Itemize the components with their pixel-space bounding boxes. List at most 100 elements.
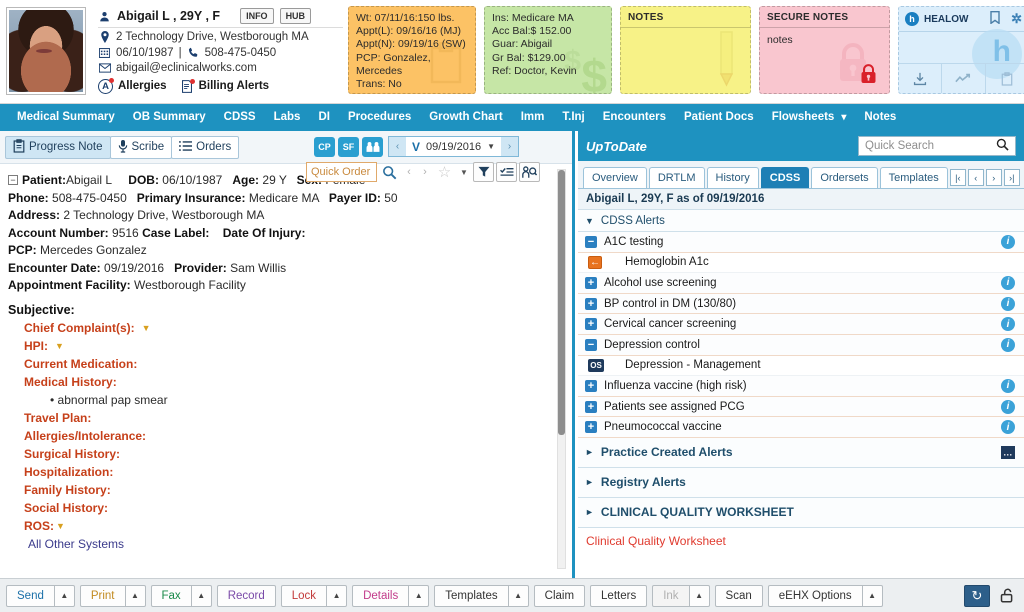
nav-procedures[interactable]: Procedures xyxy=(339,104,420,131)
dropdown-caret-icon[interactable]: ▼ xyxy=(457,162,471,182)
subjective-chief-complaints[interactable]: Chief Complaint(s): ▼ xyxy=(8,319,562,337)
tab-templates[interactable]: Templates xyxy=(879,167,948,188)
claim-button[interactable]: Claim xyxy=(533,584,586,607)
arrow-left-icon[interactable]: ← xyxy=(588,255,602,269)
clinical-quality-worksheet-header[interactable]: ► CLINICAL QUALITY WORKSHEET xyxy=(578,497,1024,528)
chevron-down-icon[interactable]: ▼ xyxy=(142,319,151,337)
nav-labs[interactable]: Labs xyxy=(265,104,310,131)
patient-lookup-icon[interactable] xyxy=(519,162,540,182)
scan-button[interactable]: Scan xyxy=(714,584,763,607)
nav-growth-chart[interactable]: Growth Chart xyxy=(420,104,511,131)
info-icon[interactable]: i xyxy=(1001,420,1015,435)
search-icon[interactable] xyxy=(996,138,1009,154)
info-icon[interactable]: i xyxy=(1001,337,1015,352)
insurance-balance-card[interactable]: Ins: Medicare MA Acc Bal:$ 152.00 Guar: … xyxy=(484,6,612,94)
alert-row[interactable]: + Alcohol use screening i xyxy=(578,273,1024,294)
chevron-down-icon[interactable]: ▼ xyxy=(487,142,495,151)
tab-scribe[interactable]: Scribe xyxy=(109,135,173,159)
info-icon[interactable]: i xyxy=(1001,378,1015,393)
nav-imm[interactable]: Imm xyxy=(512,104,554,131)
vitals-appointment-card[interactable]: Wt: 07/11/16:150 lbs. Appt(L): 09/16/16 … xyxy=(348,6,476,94)
collapse-icon[interactable]: − xyxy=(8,175,18,185)
chevron-down-icon[interactable]: ▼ xyxy=(56,517,65,535)
info-icon[interactable]: i xyxy=(1001,296,1015,311)
info-icon[interactable]: i xyxy=(1001,275,1015,290)
clinical-quality-worksheet-link[interactable]: Clinical Quality Worksheet xyxy=(578,528,1024,548)
family-group-icon[interactable] xyxy=(362,136,383,157)
unlock-icon[interactable] xyxy=(996,585,1018,607)
send-dropdown-button[interactable]: ▲ xyxy=(54,584,75,607)
prev-order-button[interactable]: ‹ xyxy=(402,162,416,182)
print-button[interactable]: Print xyxy=(79,584,126,607)
expand-icon[interactable]: + xyxy=(585,400,597,413)
practice-created-alerts-header[interactable]: ► Practice Created Alerts ··· xyxy=(578,437,1024,468)
tab-progress-note[interactable]: Progress Note xyxy=(5,135,111,159)
trend-chart-icon[interactable] xyxy=(942,64,986,93)
ink-dropdown-button[interactable]: ▲ xyxy=(689,584,710,607)
prev-page-button[interactable]: ‹ xyxy=(967,169,984,186)
alert-row[interactable]: + BP control in DM (130/80) i xyxy=(578,293,1024,315)
nav-flowsheets[interactable]: Flowsheets xyxy=(763,104,856,131)
letters-button[interactable]: Letters xyxy=(590,584,648,607)
alert-row[interactable]: + Influenza vaccine (high risk) i xyxy=(578,376,1024,397)
collapse-icon[interactable]: − xyxy=(585,235,597,248)
bookmark-icon[interactable] xyxy=(990,11,1000,27)
tab-overview[interactable]: Overview xyxy=(583,167,647,188)
nav-patient-docs[interactable]: Patient Docs xyxy=(675,104,763,131)
collapse-icon[interactable]: − xyxy=(585,338,597,351)
fax-button[interactable]: Fax xyxy=(150,584,192,607)
quick-order-input[interactable]: Quick Order xyxy=(306,162,377,182)
subjective-hospitalization[interactable]: Hospitalization: xyxy=(8,463,562,481)
healow-card[interactable]: h HEALOW ✲ h xyxy=(898,6,1024,94)
details-dropdown-button[interactable]: ▲ xyxy=(409,584,430,607)
alert-row[interactable]: − Depression control i xyxy=(578,334,1024,356)
subjective-travel-plan[interactable]: Travel Plan: xyxy=(8,409,562,427)
quick-search-input[interactable]: Quick Search xyxy=(858,136,1016,156)
details-button[interactable]: Details xyxy=(352,584,410,607)
eehx-options-button[interactable]: eEHX Options xyxy=(767,584,863,607)
download-icon[interactable] xyxy=(899,64,943,93)
chevron-down-icon[interactable]: ▼ xyxy=(55,337,64,355)
subjective-hpi[interactable]: HPI: ▼ xyxy=(8,337,562,355)
patient-email[interactable]: abigail@eclinicalworks.com xyxy=(116,62,257,74)
clipboard-icon[interactable] xyxy=(986,64,1024,93)
registry-alerts-header[interactable]: ► Registry Alerts xyxy=(578,467,1024,498)
expand-icon[interactable]: + xyxy=(585,318,597,331)
send-button[interactable]: Send xyxy=(6,584,55,607)
lock-button[interactable]: Lock xyxy=(280,584,328,607)
info-icon[interactable]: i xyxy=(1001,399,1015,414)
tab-drtlm[interactable]: DRTLM xyxy=(648,167,705,188)
expand-icon[interactable]: + xyxy=(585,297,597,310)
fax-dropdown-button[interactable]: ▲ xyxy=(191,584,212,607)
expand-icon[interactable]: + xyxy=(585,421,597,434)
templates-button[interactable]: Templates xyxy=(434,584,509,607)
nav-di[interactable]: DI xyxy=(309,104,339,131)
hub-button[interactable]: HUB xyxy=(279,8,312,24)
expand-icon[interactable]: + xyxy=(585,379,597,392)
next-page-button[interactable]: › xyxy=(985,169,1002,186)
secure-notes-card[interactable]: SECURE NOTES notes xyxy=(759,6,890,94)
scrollbar-thumb[interactable] xyxy=(558,170,565,435)
next-encounter-button[interactable]: › xyxy=(501,137,518,156)
allergies-alert[interactable]: A Allergies xyxy=(98,77,167,94)
lock-dropdown-button[interactable]: ▲ xyxy=(327,584,348,607)
cp-button[interactable]: CP xyxy=(314,136,335,157)
subjective-allergies-intolerance[interactable]: Allergies/Intolerance: xyxy=(8,427,562,445)
subjective-surgical-history[interactable]: Surgical History: xyxy=(8,445,562,463)
gear-icon[interactable]: ✲ xyxy=(1011,11,1022,27)
orderset-badge-icon[interactable]: OS xyxy=(588,358,604,372)
nav-notes[interactable]: Notes xyxy=(855,104,905,131)
alert-row[interactable]: OS Depression - Management xyxy=(578,355,1024,377)
subjective-family-history[interactable]: Family History: xyxy=(8,481,562,499)
encounter-date-selector[interactable]: ‹ V 09/19/2016 ▼ › xyxy=(388,136,519,157)
subjective-current-medication[interactable]: Current Medication: xyxy=(8,355,562,373)
alert-row[interactable]: + Pneumococcal vaccine i xyxy=(578,417,1024,438)
checklist-icon[interactable] xyxy=(496,162,517,182)
info-button[interactable]: INFO xyxy=(240,8,274,24)
cdss-alerts-section-header[interactable]: ▼ CDSS Alerts xyxy=(578,210,1024,232)
nav-medical-summary[interactable]: Medical Summary xyxy=(8,104,124,131)
left-pane-scrollbar[interactable] xyxy=(557,169,566,569)
more-options-icon[interactable]: ··· xyxy=(1001,445,1015,459)
tab-history[interactable]: History xyxy=(706,167,759,188)
info-icon[interactable]: i xyxy=(1001,234,1015,249)
